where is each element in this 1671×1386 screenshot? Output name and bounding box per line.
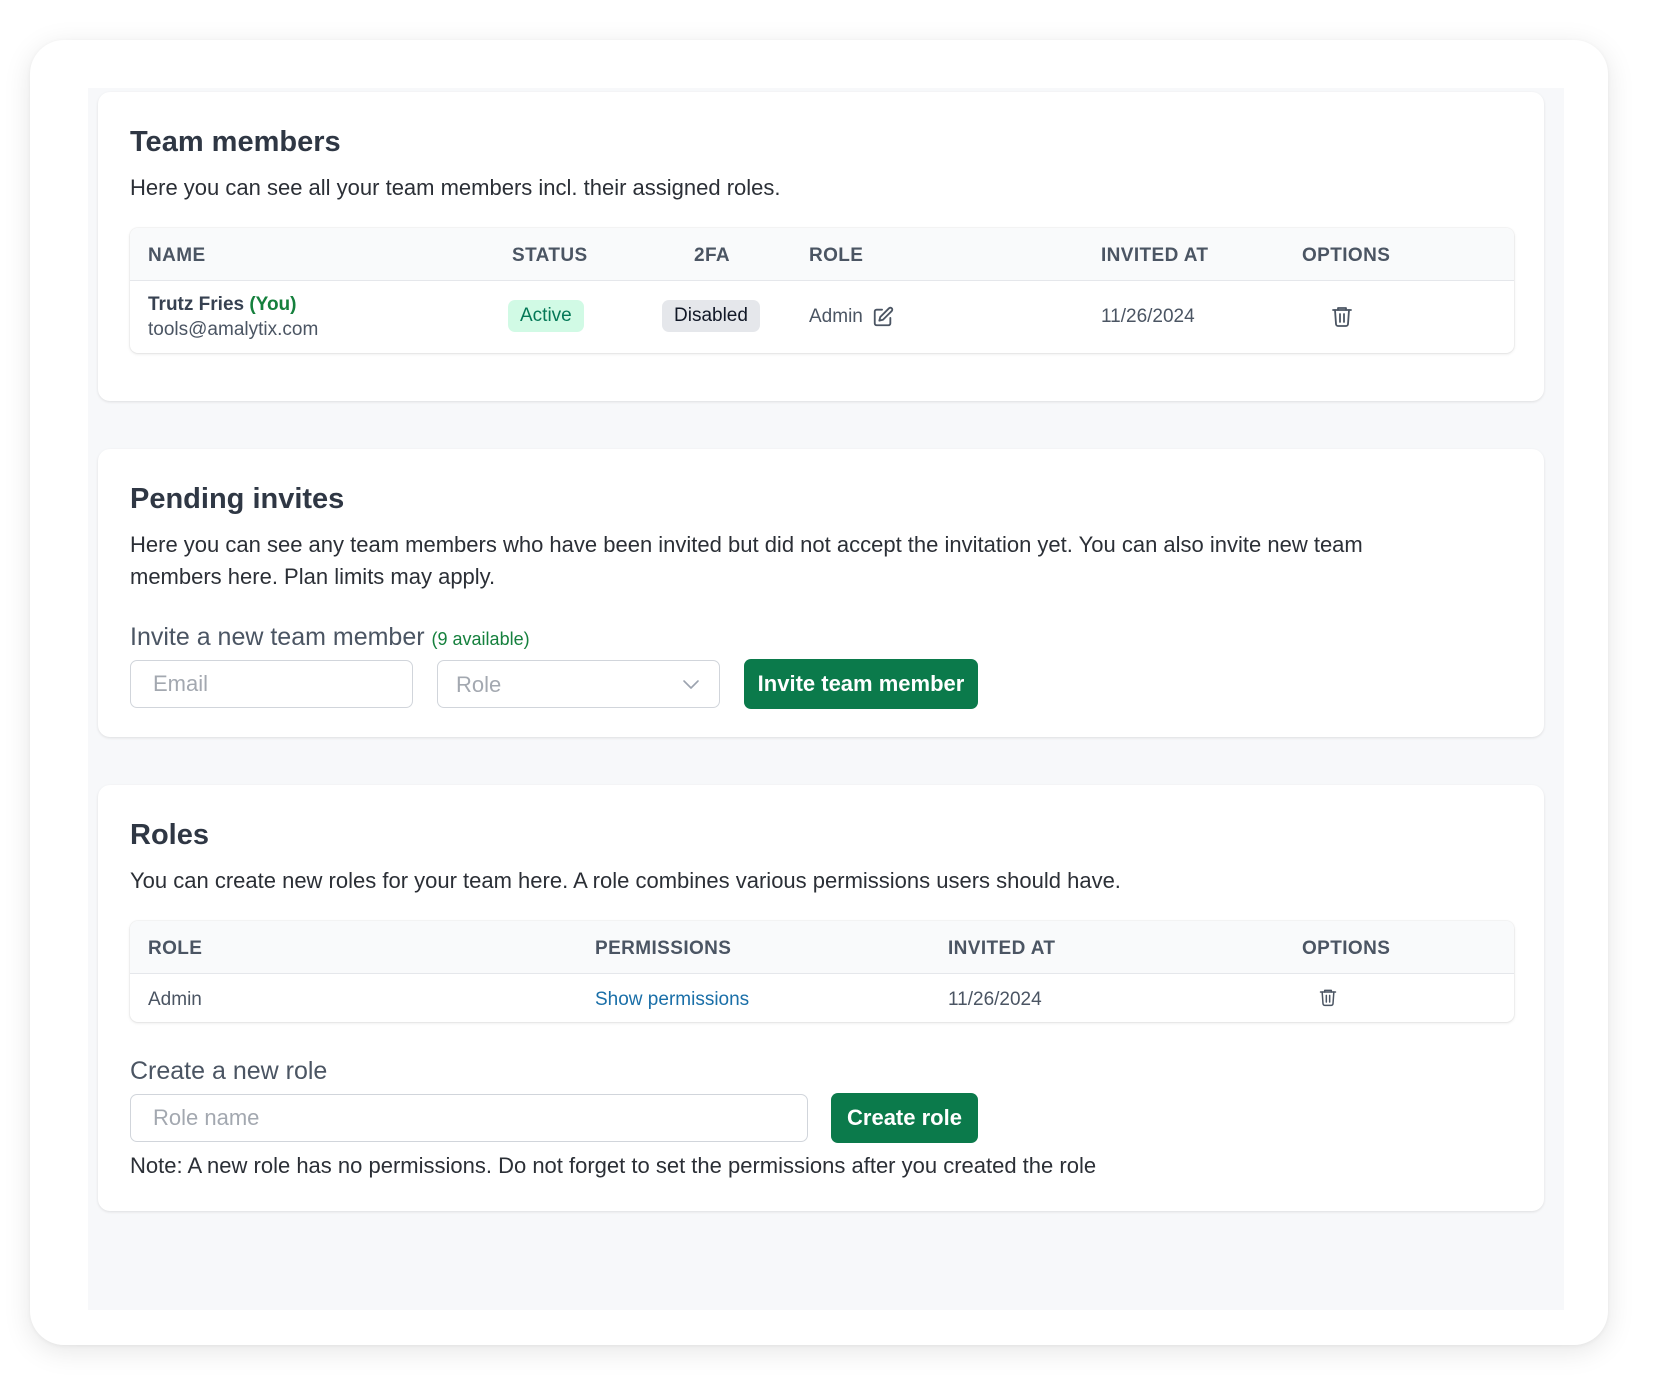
role-select-placeholder: Role (456, 672, 502, 697)
pending-invites-title: Pending invites (130, 483, 345, 515)
table-row: Trutz Fries (You) tools@amalytix.com Act… (130, 281, 1514, 353)
edit-icon[interactable] (872, 306, 894, 328)
member-role: Admin (809, 306, 863, 327)
team-members-description: Here you can see all your team members i… (130, 175, 781, 200)
2fa-badge: Disabled (662, 300, 760, 332)
column-header-permissions[interactable]: PERMISSIONS (595, 938, 731, 960)
column-header-invited-at[interactable]: INVITED AT (948, 938, 1055, 960)
column-header-name[interactable]: NAME (148, 245, 206, 267)
roles-description: You can create new roles for your team h… (130, 868, 1121, 893)
invite-label-text: Invite a new team member (130, 623, 425, 651)
invite-label: Invite a new team member (9 available) (130, 623, 530, 652)
available-count: (9 available) (431, 629, 530, 649)
show-permissions-link[interactable]: Show permissions (595, 989, 749, 1011)
column-header-status[interactable]: STATUS (512, 245, 588, 267)
column-header-invited-at[interactable]: INVITED AT (1101, 245, 1208, 267)
team-members-table: NAME STATUS 2FA ROLE INVITED AT OPTIONS … (130, 228, 1514, 353)
table-row: Admin Show permissions 11/26/2024 (130, 974, 1514, 1022)
create-role-note: Note: A new role has no permissions. Do … (130, 1153, 1097, 1178)
create-role-button[interactable]: Create role (831, 1093, 978, 1143)
member-email: tools@amalytix.com (148, 319, 319, 340)
column-header-options: OPTIONS (1302, 938, 1391, 959)
member-name: Trutz Fries (148, 294, 245, 315)
column-header-role[interactable]: ROLE (809, 245, 863, 267)
role-invited-at: 11/26/2024 (948, 989, 1042, 1010)
role-name: Admin (148, 989, 202, 1010)
you-tag: (You) (249, 294, 297, 315)
role-name-input[interactable] (130, 1094, 808, 1142)
status-badge: Active (508, 300, 584, 332)
roles-table: ROLE PERMISSIONS INVITED AT OPTIONS Admi… (130, 921, 1514, 1022)
roles-card: Roles You can create new roles for your … (98, 785, 1544, 1211)
column-header-options: OPTIONS (1302, 245, 1391, 266)
pending-invites-card: Pending invites Here you can see any tea… (98, 449, 1544, 737)
table-header: NAME STATUS 2FA ROLE INVITED AT OPTIONS (130, 228, 1514, 281)
email-input[interactable] (130, 660, 413, 708)
member-invited-at: 11/26/2024 (1101, 306, 1195, 327)
invite-team-member-button[interactable]: Invite team member (744, 659, 978, 709)
team-members-card: Team members Here you can see all your t… (98, 92, 1544, 401)
trash-icon[interactable] (1318, 987, 1338, 1007)
team-members-title: Team members (130, 126, 341, 158)
column-header-role[interactable]: ROLE (148, 938, 202, 960)
chevron-down-icon (682, 677, 700, 691)
trash-icon[interactable] (1330, 304, 1354, 328)
table-header: ROLE PERMISSIONS INVITED AT OPTIONS (130, 921, 1514, 974)
role-select[interactable]: Role (437, 660, 720, 708)
roles-title: Roles (130, 819, 209, 851)
create-role-label: Create a new role (130, 1057, 328, 1085)
column-header-2fa[interactable]: 2FA (694, 245, 730, 267)
pending-invites-description: Here you can see any team members who ha… (130, 532, 1363, 589)
member-name-line: Trutz Fries (You) (148, 294, 297, 316)
